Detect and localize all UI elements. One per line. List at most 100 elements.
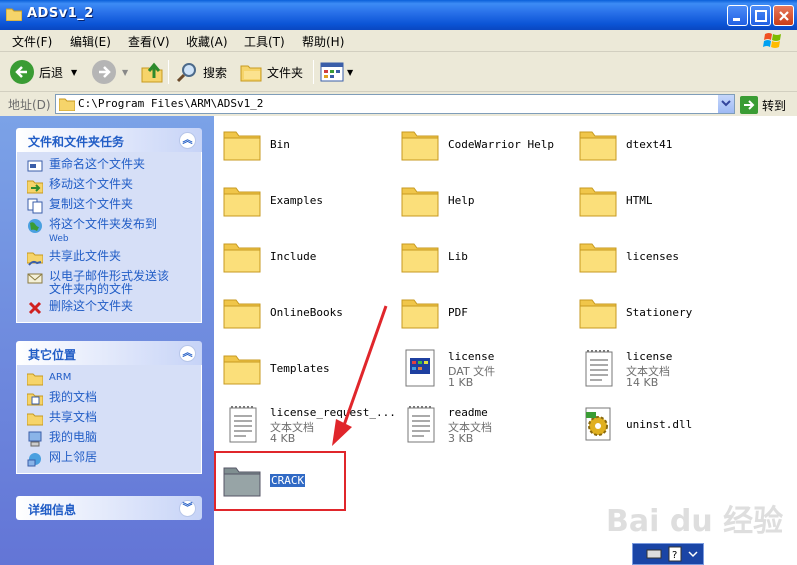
close-button[interactable] xyxy=(773,5,794,26)
computer-icon xyxy=(28,431,42,447)
task-label: 移动这个文件夹 xyxy=(49,177,134,191)
folder-item[interactable]: Bin xyxy=(214,116,392,164)
place-shared-documents[interactable]: 共享文档 xyxy=(27,411,201,427)
folder-icon xyxy=(59,98,75,111)
move-icon xyxy=(27,180,43,194)
file-size: 3 KB xyxy=(448,432,474,445)
task-share[interactable]: 共享此文件夹 xyxy=(27,250,201,266)
place-my-documents[interactable]: 我的文档 xyxy=(27,391,201,407)
views-button[interactable]: ▼ xyxy=(320,58,353,86)
views-icon xyxy=(320,62,344,82)
panel-title: 其它位置 xyxy=(28,348,77,362)
collapse-icon[interactable]: ︽ xyxy=(179,132,196,149)
chevron-down-icon[interactable]: ▼ xyxy=(71,68,77,77)
panel-header[interactable]: 详细信息 ︾ xyxy=(16,496,202,520)
folders-label: 文件夹 xyxy=(267,65,304,80)
place-label: 我的文档 xyxy=(49,390,98,404)
folder-icon xyxy=(401,299,439,329)
annotation-highlight-box xyxy=(214,451,346,511)
place-label: 我的电脑 xyxy=(49,430,98,444)
file-folder-tasks-panel: 文件和文件夹任务 ︽ 重命名这个文件夹 移动这个文件夹 复制这个文件夹 将这个文… xyxy=(16,128,202,323)
panel-header[interactable]: 其它位置 ︽ xyxy=(16,341,202,365)
file-item[interactable]: uninst.dll xyxy=(570,396,748,444)
task-rename[interactable]: 重命名这个文件夹 xyxy=(27,158,201,174)
folder-icon xyxy=(401,187,439,217)
shared-documents-icon xyxy=(27,413,43,426)
up-button[interactable] xyxy=(140,58,164,86)
address-field[interactable]: C:\Program Files\ARM\ADSv1_2 xyxy=(55,94,735,114)
file-name: Lib xyxy=(448,250,468,263)
file-name: Stationery xyxy=(626,306,693,319)
task-label: 将这个文件夹发布到 xyxy=(49,217,158,231)
file-item[interactable]: license DAT 文件 1 KB xyxy=(392,340,570,389)
folder-icon xyxy=(579,243,617,273)
dat-file-icon xyxy=(405,349,435,387)
panel-title: 文件和文件夹任务 xyxy=(28,135,125,149)
folder-item[interactable]: PDF xyxy=(392,284,570,332)
folder-item[interactable]: CodeWarrior Help xyxy=(392,116,570,164)
title-bar: ADSv1_2 xyxy=(0,0,797,30)
task-copy[interactable]: 复制这个文件夹 xyxy=(27,198,201,214)
maximize-button[interactable] xyxy=(750,5,771,26)
network-icon xyxy=(27,453,41,467)
back-button[interactable]: 后退 ▼ xyxy=(10,58,77,86)
file-size: 4 KB xyxy=(270,432,296,445)
file-name: HTML xyxy=(626,194,653,207)
rename-icon xyxy=(27,160,43,172)
watermark: Bai du 经验 xyxy=(606,504,784,539)
file-name: CodeWarrior Help xyxy=(448,138,554,151)
details-panel: 详细信息 ︾ xyxy=(16,496,202,520)
folder-item[interactable]: Examples xyxy=(214,172,392,220)
menu-tools[interactable]: 工具(T) xyxy=(244,33,285,50)
folder-icon xyxy=(223,243,261,273)
forward-button[interactable]: ▼ xyxy=(92,58,128,86)
close-icon xyxy=(779,11,789,21)
task-delete[interactable]: 删除这个文件夹 xyxy=(27,300,201,316)
menu-favorites[interactable]: 收藏(A) xyxy=(186,33,228,50)
task-move[interactable]: 移动这个文件夹 xyxy=(27,178,201,194)
file-item[interactable]: license 文本文档 14 KB xyxy=(570,340,748,389)
folder-icon xyxy=(579,187,617,217)
place-network[interactable]: 网上邻居 xyxy=(27,451,201,467)
folders-button[interactable]: 文件夹 xyxy=(240,58,303,86)
menu-edit[interactable]: 编辑(E) xyxy=(70,33,111,50)
folder-item[interactable]: Lib xyxy=(392,228,570,276)
folder-item[interactable]: Include xyxy=(214,228,392,276)
share-folder-icon xyxy=(27,252,43,266)
folder-item[interactable]: Stationery xyxy=(570,284,748,332)
task-publish-web[interactable]: 将这个文件夹发布到 Web xyxy=(27,218,201,246)
go-button[interactable]: 转到 xyxy=(740,96,786,114)
task-email[interactable]: 以电子邮件形式发送该 文件夹内的文件 xyxy=(27,270,201,296)
go-label: 转到 xyxy=(762,98,787,113)
folder-item[interactable]: dtext41 xyxy=(570,116,748,164)
address-label: 地址(D) xyxy=(8,98,51,112)
task-pane: 文件和文件夹任务 ︽ 重命名这个文件夹 移动这个文件夹 复制这个文件夹 将这个文… xyxy=(0,116,214,565)
task-label: 复制这个文件夹 xyxy=(49,197,134,211)
chevron-down-icon[interactable]: ▼ xyxy=(122,68,128,77)
email-icon xyxy=(27,273,43,284)
panel-header[interactable]: 文件和文件夹任务 ︽ xyxy=(16,128,202,152)
search-button[interactable]: 搜索 xyxy=(176,58,227,86)
collapse-icon[interactable]: ︽ xyxy=(179,345,196,362)
folder-item[interactable]: licenses xyxy=(570,228,748,276)
menu-view[interactable]: 查看(V) xyxy=(128,33,170,50)
chevron-down-icon[interactable]: ▼ xyxy=(347,68,353,77)
file-name: readme xyxy=(448,406,488,419)
expand-icon[interactable]: ︾ xyxy=(179,500,196,517)
place-my-computer[interactable]: 我的电脑 xyxy=(27,431,201,447)
address-dropdown-button[interactable] xyxy=(717,95,734,113)
file-item[interactable]: readme 文本文档 3 KB xyxy=(392,396,570,445)
address-path: C:\Program Files\ARM\ADSv1_2 xyxy=(78,97,264,110)
folder-item[interactable]: Help xyxy=(392,172,570,220)
language-bar[interactable]: ? xyxy=(632,543,704,565)
text-file-icon xyxy=(585,350,613,387)
svg-text:?: ? xyxy=(672,550,677,561)
place-label: 网上邻居 xyxy=(49,450,98,464)
menu-help[interactable]: 帮助(H) xyxy=(302,33,344,50)
folder-item[interactable]: HTML xyxy=(570,172,748,220)
menu-file[interactable]: 文件(F) xyxy=(12,33,52,50)
minimize-button[interactable] xyxy=(727,5,748,26)
folder-icon xyxy=(579,131,617,161)
go-arrow-icon xyxy=(740,96,758,114)
place-arm[interactable]: ARM xyxy=(27,371,201,387)
